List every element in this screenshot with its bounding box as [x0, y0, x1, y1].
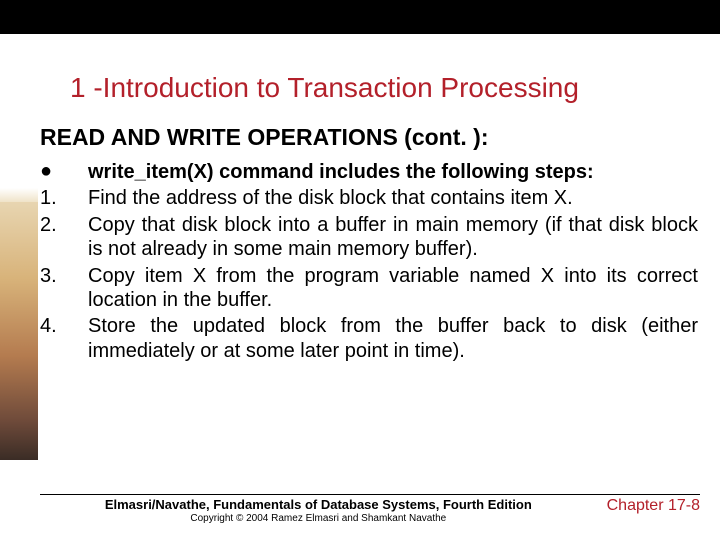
- footer: Elmasri/Navathe, Fundamentals of Databas…: [40, 494, 700, 524]
- step-number: 4.: [40, 314, 88, 338]
- footer-chapter: Chapter 17-8: [597, 497, 700, 515]
- footer-book-title: Elmasri/Navathe, Fundamentals of Databas…: [40, 497, 597, 512]
- step-text: Store the updated block from the buffer …: [88, 314, 698, 363]
- bullet-icon: ●: [40, 160, 88, 182]
- step-text: Copy that disk block into a buffer in ma…: [88, 213, 698, 262]
- step-number: 1.: [40, 186, 88, 210]
- step-row: 4. Store the updated block from the buff…: [40, 314, 698, 363]
- step-row: 2. Copy that disk block into a buffer in…: [40, 213, 698, 262]
- footer-copyright: Copyright © 2004 Ramez Elmasri and Shamk…: [40, 513, 597, 524]
- top-black-band: [0, 0, 720, 34]
- bullet-row: ● write_item(X) command includes the fol…: [40, 160, 698, 184]
- bullet-lead-text: write_item(X) command includes the follo…: [88, 160, 698, 184]
- section-heading: READ AND WRITE OPERATIONS (cont. ):: [40, 124, 700, 151]
- step-number: 2.: [40, 213, 88, 237]
- step-row: 1. Find the address of the disk block th…: [40, 186, 698, 210]
- slide-title: 1 -Introduction to Transaction Processin…: [70, 72, 700, 104]
- side-desert-decoration: [0, 200, 38, 460]
- step-row: 3. Copy item X from the program variable…: [40, 264, 698, 313]
- step-text: Find the address of the disk block that …: [88, 186, 698, 210]
- footer-rule: [40, 494, 700, 495]
- step-text: Copy item X from the program variable na…: [88, 264, 698, 313]
- step-number: 3.: [40, 264, 88, 288]
- body-content: ● write_item(X) command includes the fol…: [40, 160, 698, 365]
